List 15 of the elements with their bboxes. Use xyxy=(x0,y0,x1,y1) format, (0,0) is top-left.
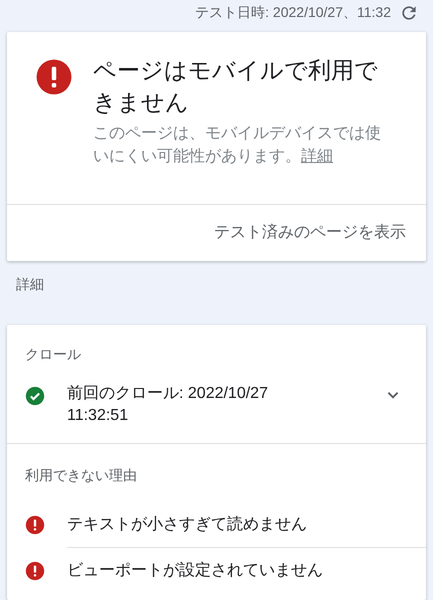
reason-text: ビューポートが設定されていません xyxy=(67,560,323,581)
result-description: このページは、モバイルデバイスでは使いにくい可能性があります。詳細 xyxy=(93,124,382,167)
result-title: ページはモバイルで利用できません xyxy=(93,56,379,117)
reasons-heading: 利用できない理由 xyxy=(25,467,137,483)
details-link[interactable]: 詳細 xyxy=(301,148,333,165)
last-crawl-text: 前回のクロール: 2022/10/27 11:32:51 xyxy=(67,384,269,426)
section-label: 詳細 xyxy=(16,276,44,292)
reason-text: テキストが小さすぎて読めません xyxy=(67,514,307,534)
crawl-heading: クロール xyxy=(25,346,81,362)
test-time: テスト日時: 2022/10/27、11:32 xyxy=(195,3,391,22)
error-icon xyxy=(25,515,45,535)
check-circle-icon xyxy=(25,386,45,406)
error-icon xyxy=(25,561,45,581)
view-tested-page-button[interactable]: テスト済みのページを表示 xyxy=(214,221,406,245)
error-icon xyxy=(35,58,73,96)
